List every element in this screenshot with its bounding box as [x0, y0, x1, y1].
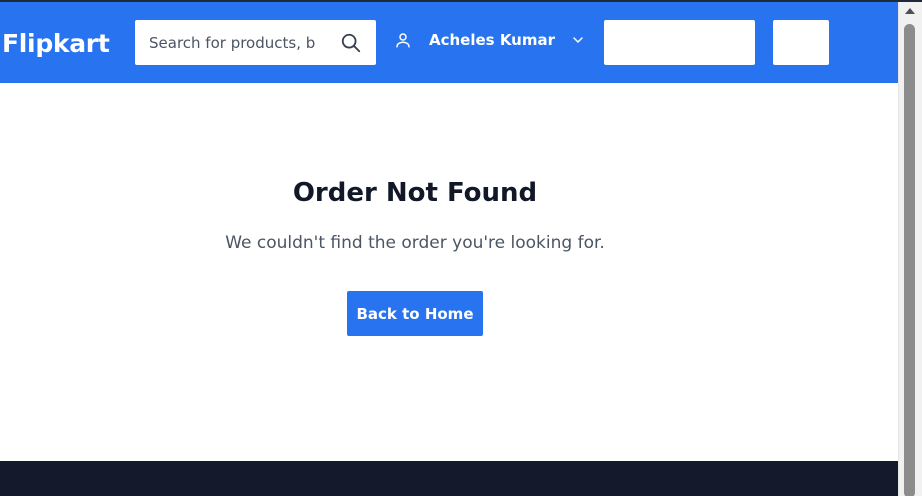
scrollbar-thumb[interactable] — [904, 24, 915, 496]
user-menu[interactable]: Acheles Kumar — [394, 31, 586, 49]
chevron-down-icon — [573, 37, 583, 43]
search-icon[interactable] — [340, 32, 362, 54]
search-input[interactable] — [135, 20, 315, 65]
vertical-scrollbar[interactable] — [898, 2, 922, 496]
footer — [0, 461, 898, 496]
top-header: Flipkart Acheles Kumar — [0, 2, 898, 83]
page: Flipkart Acheles Kumar Order Not Found W… — [0, 0, 922, 496]
not-found-message: We couldn't find the order you're lookin… — [225, 233, 605, 253]
back-to-home-button[interactable]: Back to Home — [347, 291, 483, 336]
header-cart-button[interactable] — [773, 20, 829, 65]
main-content: Order Not Found We couldn't find the ord… — [0, 83, 898, 461]
user-name: Acheles Kumar — [429, 31, 556, 49]
page-title: Order Not Found — [292, 178, 538, 208]
header-action-button[interactable] — [604, 20, 755, 65]
user-icon — [396, 33, 410, 48]
search-box[interactable] — [135, 20, 376, 65]
brand-logo[interactable]: Flipkart — [2, 29, 110, 58]
scroll-up-arrow-icon[interactable] — [905, 8, 915, 14]
